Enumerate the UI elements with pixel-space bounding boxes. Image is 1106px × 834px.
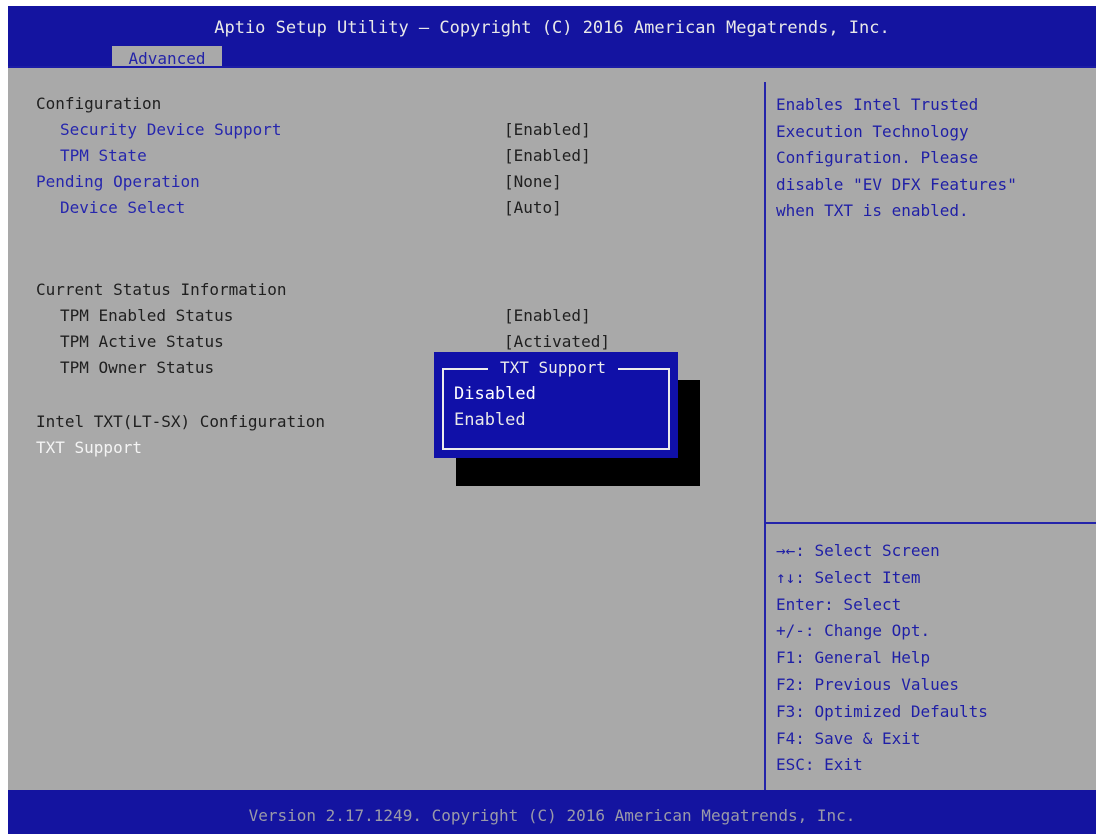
help-line: Enables Intel Trusted	[776, 95, 979, 114]
popup-frame	[442, 368, 670, 450]
key-previous-values: F2: Previous Values	[776, 674, 960, 694]
help-line: Execution Technology	[776, 121, 969, 141]
window-title: Aptio Setup Utility – Copyright (C) 2016…	[214, 18, 890, 38]
configuration-heading: Configuration	[36, 94, 162, 113]
popup-title: TXT Support	[500, 358, 606, 377]
txt-config-heading: Intel TXT(LT-SX) Configuration	[36, 412, 325, 431]
popup-frame-top-right	[618, 368, 670, 370]
key-general-help: F1: General Help	[776, 648, 931, 668]
title-bar: Aptio Setup Utility – Copyright (C) 2016…	[8, 6, 1096, 72]
footer-version: Version 2.17.1249. Copyright (C) 2016 Am…	[248, 806, 856, 825]
footer-bar: Version 2.17.1249. Copyright (C) 2016 Am…	[8, 790, 1096, 834]
key-select-item: ↑↓: Select Item	[776, 567, 921, 587]
help-divider	[766, 522, 1096, 524]
key-change-opt: +/-: Change Opt.	[776, 621, 931, 641]
popup-option-disabled[interactable]: Disabled	[454, 384, 536, 404]
help-panel: Enables Intel Trusted Execution Technolo…	[776, 92, 1092, 225]
key-save-exit: F4: Save & Exit	[776, 728, 921, 748]
key-legend: →←: Select Screen ↑↓: Select Item Enter:…	[776, 538, 1092, 779]
tpm-owner-status-label: TPM Owner Status	[60, 358, 215, 377]
security-device-support-label[interactable]: Security Device Support	[60, 120, 282, 139]
key-select-screen: →←: Select Screen	[776, 541, 940, 560]
popup-option-enabled[interactable]: Enabled	[454, 410, 526, 430]
panel-divider	[764, 82, 766, 790]
pending-operation-value: [None]	[504, 172, 562, 191]
device-select-value: [Auto]	[504, 198, 562, 217]
device-select-label[interactable]: Device Select	[60, 198, 185, 217]
key-exit: ESC: Exit	[776, 755, 863, 775]
tpm-active-status-value: [Activated]	[504, 332, 610, 351]
txt-support-popup: TXT Support Disabled Enabled	[434, 352, 678, 458]
pending-operation-label[interactable]: Pending Operation	[36, 172, 200, 191]
popup-frame-top-left	[442, 368, 488, 370]
bios-screen: Aptio Setup Utility – Copyright (C) 2016…	[0, 0, 1106, 834]
key-optimized-defaults: F3: Optimized Defaults	[776, 701, 988, 721]
help-line: disable "EV DFX Features"	[776, 174, 1017, 194]
help-line: when TXT is enabled.	[776, 201, 969, 220]
security-device-support-value: [Enabled]	[504, 120, 591, 139]
txt-support-label[interactable]: TXT Support	[36, 438, 142, 457]
tpm-active-status-label: TPM Active Status	[60, 332, 224, 351]
tpm-state-value: [Enabled]	[504, 146, 591, 165]
key-enter-select: Enter: Select	[776, 594, 902, 614]
tpm-enabled-status-label: TPM Enabled Status	[60, 306, 234, 325]
help-line: Configuration. Please	[776, 148, 979, 167]
tpm-state-label[interactable]: TPM State	[60, 146, 147, 165]
tpm-enabled-status-value: [Enabled]	[504, 306, 591, 325]
status-heading: Current Status Information	[36, 280, 287, 299]
